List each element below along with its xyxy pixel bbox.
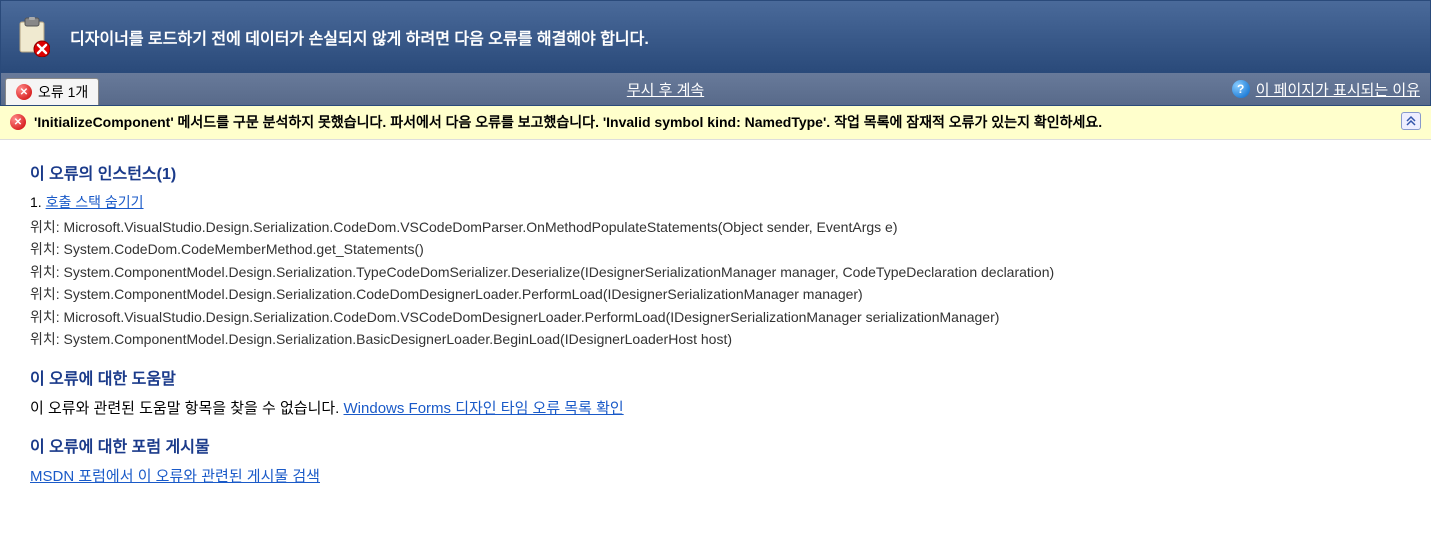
stack-trace-line: 위치: System.ComponentModel.Design.Seriali… bbox=[30, 261, 1401, 283]
forum-section-title: 이 오류에 대한 포럼 게시물 bbox=[30, 433, 1401, 457]
msdn-forum-link[interactable]: MSDN 포럼에서 이 오류와 관련된 게시물 검색 bbox=[30, 468, 320, 485]
instance-item: 1. 호출 스택 숨기기 bbox=[30, 192, 1401, 212]
instances-section-title: 이 오류의 인스턴스(1) bbox=[30, 160, 1401, 184]
errors-tab[interactable]: ✕ 오류 1개 bbox=[5, 78, 99, 105]
stack-trace-line: 위치: Microsoft.VisualStudio.Design.Serial… bbox=[30, 306, 1401, 328]
warning-message: 'InitializeComponent' 메서드를 구문 분석하지 못했습니다… bbox=[34, 112, 1393, 133]
winforms-help-link[interactable]: Windows Forms 디자인 타임 오류 목록 확인 bbox=[344, 400, 624, 417]
toolbar-right: ? 이 페이지가 표시되는 이유 bbox=[1232, 73, 1430, 105]
collapse-button[interactable] bbox=[1401, 112, 1421, 130]
help-icon: ? bbox=[1232, 80, 1250, 98]
clipboard-error-icon bbox=[16, 17, 50, 57]
warning-error-icon: ✕ bbox=[10, 114, 26, 130]
warning-bar: ✕ 'InitializeComponent' 메서드를 구문 분석하지 못했습… bbox=[0, 106, 1431, 140]
designer-error-header: 디자이너를 로드하기 전에 데이터가 손실되지 않게 하려면 다음 오류를 해결… bbox=[0, 0, 1431, 73]
errors-tab-label: 오류 1개 bbox=[38, 82, 88, 102]
stack-trace-line: 위치: System.ComponentModel.Design.Seriali… bbox=[30, 283, 1401, 305]
help-text: 이 오류와 관련된 도움말 항목을 찾을 수 없습니다. Windows For… bbox=[30, 397, 1401, 418]
stack-trace-line: 위치: Microsoft.VisualStudio.Design.Serial… bbox=[30, 216, 1401, 238]
designer-toolbar: ✕ 오류 1개 무시 후 계속 ? 이 페이지가 표시되는 이유 bbox=[0, 73, 1431, 106]
stack-trace-line: 위치: System.CodeDom.CodeMemberMethod.get_… bbox=[30, 238, 1401, 260]
chevron-up-double-icon bbox=[1405, 115, 1417, 127]
toolbar-center: 무시 후 계속 bbox=[99, 73, 1231, 105]
header-title: 디자이너를 로드하기 전에 데이터가 손실되지 않게 하려면 다음 오류를 해결… bbox=[70, 25, 649, 49]
stack-trace-line: 위치: System.ComponentModel.Design.Seriali… bbox=[30, 328, 1401, 350]
error-badge-icon: ✕ bbox=[16, 84, 32, 100]
why-page-shown-link[interactable]: 이 페이지가 표시되는 이유 bbox=[1256, 79, 1420, 100]
error-details-content: 이 오류의 인스턴스(1) 1. 호출 스택 숨기기 위치: Microsoft… bbox=[0, 140, 1431, 506]
help-text-static: 이 오류와 관련된 도움말 항목을 찾을 수 없습니다. bbox=[30, 400, 344, 417]
hide-call-stack-link[interactable]: 호출 스택 숨기기 bbox=[46, 194, 144, 210]
ignore-continue-link[interactable]: 무시 후 계속 bbox=[627, 79, 704, 100]
help-section-title: 이 오류에 대한 도움말 bbox=[30, 365, 1401, 389]
